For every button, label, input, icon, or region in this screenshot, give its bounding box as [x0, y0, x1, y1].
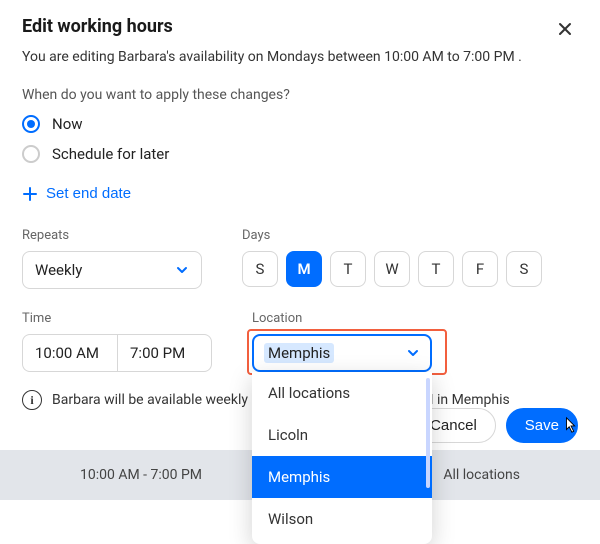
radio-schedule-label: Schedule for later: [52, 145, 169, 163]
day-toggle-0[interactable]: S: [242, 251, 278, 287]
repeats-select[interactable]: Weekly: [22, 251, 202, 289]
repeats-label: Repeats: [22, 228, 202, 243]
time-start-input[interactable]: 10:00 AM: [22, 334, 117, 372]
radio-now-indicator: [22, 115, 40, 133]
day-toggle-5[interactable]: F: [462, 251, 498, 287]
scrollbar-thumb[interactable]: [426, 378, 430, 488]
footer-time-range: 10:00 AM - 7:00 PM: [80, 467, 202, 483]
location-option[interactable]: Memphis: [252, 456, 432, 498]
modal-subtitle: You are editing Barbara's availability o…: [22, 49, 578, 65]
close-button[interactable]: [552, 16, 578, 45]
info-text-before: Barbara will be available weekly: [52, 392, 248, 408]
chevron-down-icon: [406, 346, 420, 360]
plus-icon: [22, 186, 38, 202]
location-label: Location: [252, 311, 432, 326]
info-icon: i: [22, 390, 42, 410]
day-toggle-1[interactable]: M: [286, 251, 322, 287]
location-option[interactable]: Wilson: [252, 498, 432, 540]
days-label: Days: [242, 228, 542, 243]
location-option[interactable]: Licoln: [252, 414, 432, 456]
day-toggle-6[interactable]: S: [506, 251, 542, 287]
location-value: Memphis: [264, 343, 334, 363]
save-button[interactable]: Save: [506, 408, 578, 443]
radio-schedule-indicator: [22, 145, 40, 163]
radio-schedule[interactable]: Schedule for later: [22, 145, 578, 163]
chevron-down-icon: [175, 263, 189, 277]
location-option[interactable]: All locations: [252, 372, 432, 414]
radio-now[interactable]: Now: [22, 115, 578, 133]
time-label: Time: [22, 311, 212, 326]
modal-title: Edit working hours: [22, 16, 173, 37]
repeats-value: Weekly: [35, 261, 82, 279]
time-end-input[interactable]: 7:00 PM: [117, 334, 212, 372]
footer-scope: All locations: [443, 467, 520, 483]
close-icon: [556, 20, 574, 38]
apply-prompt: When do you want to apply these changes?: [22, 87, 578, 103]
days-group: SMTWTFS: [242, 251, 542, 287]
location-select[interactable]: Memphis: [252, 334, 432, 372]
set-end-date-label: Set end date: [46, 185, 131, 202]
day-toggle-2[interactable]: T: [330, 251, 366, 287]
set-end-date-button[interactable]: Set end date: [22, 181, 131, 206]
location-dropdown: All locationsLicolnMemphisWilson: [252, 372, 432, 544]
day-toggle-4[interactable]: T: [418, 251, 454, 287]
radio-now-label: Now: [52, 115, 83, 133]
day-toggle-3[interactable]: W: [374, 251, 410, 287]
